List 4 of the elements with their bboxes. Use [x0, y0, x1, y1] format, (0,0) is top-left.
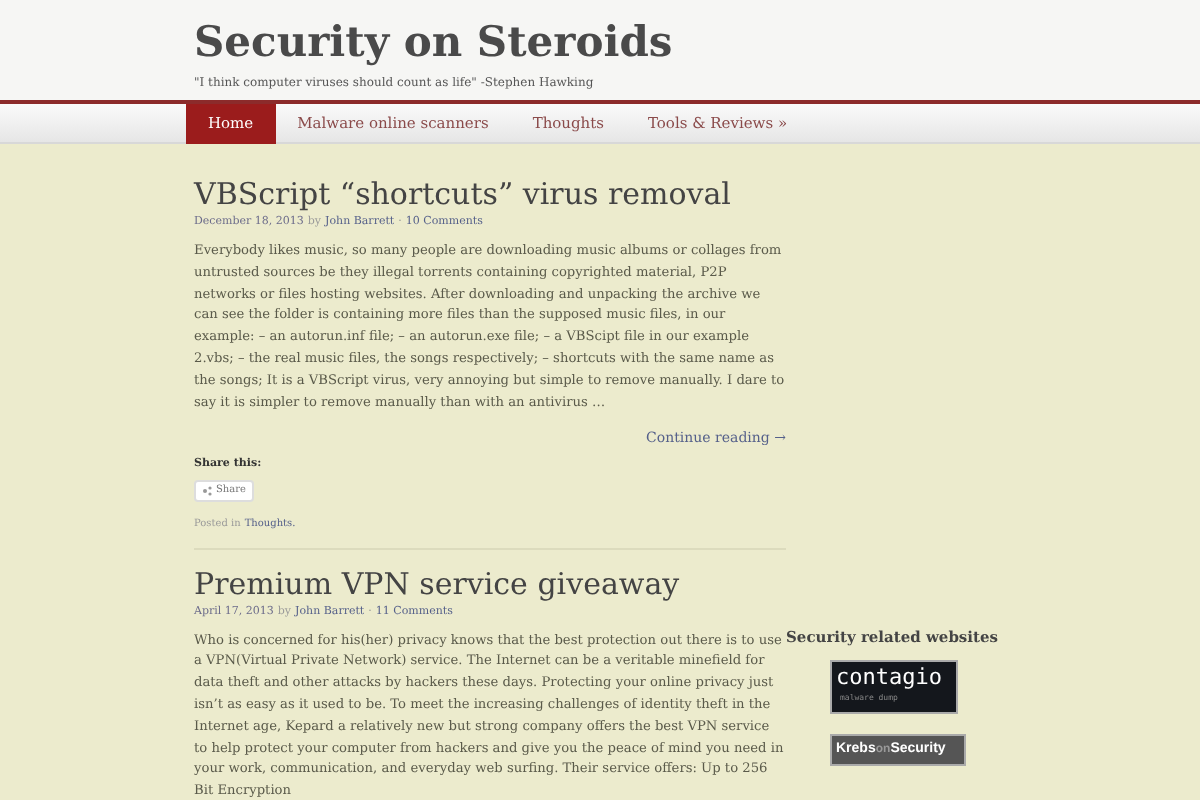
share-icon [202, 486, 212, 497]
post-title[interactable]: VBScript “shortcuts” virus removal [194, 176, 786, 212]
post-title[interactable]: Premium VPN service giveaway [194, 565, 786, 602]
site-title[interactable]: Security on Steroids [194, 16, 673, 68]
